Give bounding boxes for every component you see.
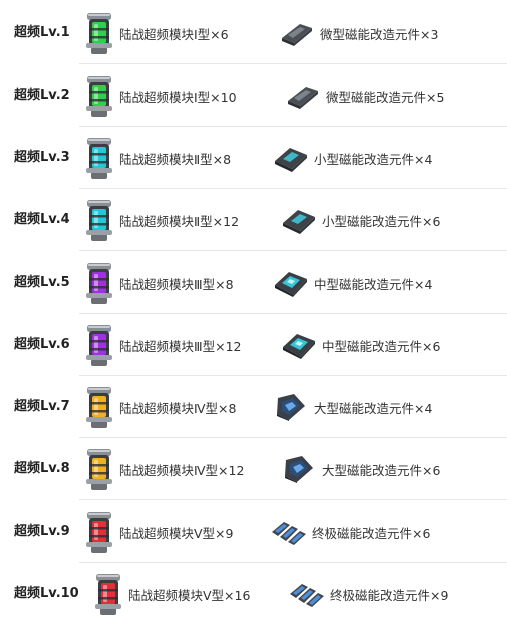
micro-part-icon: [288, 87, 318, 109]
module-cost: 陆战超频模块Ⅲ型×12: [82, 314, 242, 376]
level-label: 超频Lv.1: [14, 25, 70, 40]
module-cost-label: 陆战超频模块Ⅳ型×8: [119, 400, 237, 416]
part-cost: 中型磁能改造元件×4: [272, 252, 432, 314]
overclock-row-lv6: 超频Lv.6 陆战超频模块Ⅲ型×12 中型磁能改造元件×6: [0, 314, 507, 376]
level-label: 超频Lv.2: [14, 88, 70, 103]
gold-module-canister-icon: [86, 387, 112, 428]
overclock-row-lv7: 超频Lv.7 陆战超频模块Ⅳ型×8 大型磁能改造元件×4: [0, 376, 507, 438]
row-divider: [79, 250, 507, 251]
part-cost-label: 微型磁能改造元件×3: [320, 26, 439, 42]
part-cost-label: 终极磁能改造元件×6: [312, 525, 431, 541]
part-cost-label: 微型磁能改造元件×5: [326, 89, 445, 105]
part-cost-label: 中型磁能改造元件×4: [314, 276, 433, 292]
medium-part-icon: [283, 334, 315, 359]
large-part-icon: [277, 394, 305, 421]
level-label: 超频Lv.9: [14, 524, 70, 539]
part-cost: 微型磁能改造元件×5: [284, 65, 444, 127]
part-cost: 小型磁能改造元件×4: [272, 127, 432, 189]
red-module-canister-icon: [95, 574, 121, 615]
part-cost: 大型磁能改造元件×4: [272, 376, 432, 438]
module-cost: 陆战超频模块Ⅲ型×8: [82, 252, 234, 314]
medium-part-icon: [275, 272, 307, 297]
part-cost-label: 终极磁能改造元件×9: [330, 587, 449, 603]
purple-module-canister-icon: [86, 325, 112, 366]
module-cost: 陆战超频模块Ⅴ型×16: [91, 563, 250, 625]
module-cost-label: 陆战超频模块Ⅴ型×9: [119, 525, 234, 541]
module-cost-label: 陆战超频模块Ⅲ型×8: [119, 276, 234, 292]
module-cost-label: 陆战超频模块Ⅱ型×12: [119, 213, 240, 229]
level-label: 超频Lv.5: [14, 275, 70, 290]
module-cost: 陆战超频模块Ⅱ型×12: [82, 189, 239, 251]
ultimate-part-icon: [290, 584, 324, 607]
overclock-row-lv3: 超频Lv.3 陆战超频模块Ⅱ型×8 小型磁能改造元件×4: [0, 127, 507, 189]
part-cost-label: 大型磁能改造元件×4: [314, 400, 433, 416]
gold-module-canister-icon: [86, 449, 112, 490]
part-cost: 大型磁能改造元件×6: [280, 438, 440, 500]
level-label: 超频Lv.3: [14, 150, 70, 165]
level-label: 超频Lv.8: [14, 461, 70, 476]
module-cost-label: 陆战超频模块Ⅱ型×8: [119, 151, 232, 167]
module-cost-label: 陆战超频模块Ⅴ型×16: [128, 587, 251, 603]
overclock-row-lv10: 超频Lv.10 陆战超频模块Ⅴ型×16 终极磁能改造元件×9: [0, 563, 507, 625]
overclock-row-lv8: 超频Lv.8 陆战超频模块Ⅳ型×12 大型磁能改造元件×6: [0, 438, 507, 500]
module-cost: 陆战超频模块Ⅳ型×12: [82, 438, 244, 500]
module-cost: 陆战超频模块Ⅰ型×6: [82, 2, 229, 64]
overclock-row-lv2: 超频Lv.2 陆战超频模块Ⅰ型×10 微型磁能改造元件×5: [0, 65, 507, 127]
overclock-row-lv9: 超频Lv.9 陆战超频模块Ⅴ型×9 终极磁能改造元件×6: [0, 501, 507, 563]
module-cost-label: 陆战超频模块Ⅰ型×10: [119, 89, 237, 105]
overclock-row-lv1: 超频Lv.1 陆战超频模块Ⅰ型×6 微型磁能改造元件×3: [0, 2, 507, 64]
cyan-module-canister-icon: [86, 138, 112, 179]
level-label: 超频Lv.4: [14, 212, 70, 227]
part-cost: 终极磁能改造元件×9: [288, 563, 448, 625]
row-divider: [79, 499, 507, 500]
module-cost: 陆战超频模块Ⅱ型×8: [82, 127, 231, 189]
large-part-icon: [285, 456, 313, 483]
green-module-canister-icon: [86, 76, 112, 117]
green-module-canister-icon: [86, 13, 112, 54]
level-label: 超频Lv.10: [14, 586, 79, 601]
small-part-icon: [283, 210, 315, 234]
module-cost: 陆战超频模块Ⅴ型×9: [82, 501, 233, 563]
part-cost-label: 中型磁能改造元件×6: [322, 338, 441, 354]
part-cost-label: 小型磁能改造元件×4: [314, 151, 433, 167]
module-cost-label: 陆战超频模块Ⅰ型×6: [119, 26, 229, 42]
part-cost: 终极磁能改造元件×6: [270, 501, 430, 563]
part-cost: 小型磁能改造元件×6: [280, 189, 440, 251]
purple-module-canister-icon: [86, 263, 112, 304]
overclock-row-lv5: 超频Lv.5 陆战超频模块Ⅲ型×8 中型磁能改造元件×4: [0, 252, 507, 314]
part-cost: 微型磁能改造元件×3: [278, 2, 438, 64]
module-cost-label: 陆战超频模块Ⅲ型×12: [119, 338, 242, 354]
overclock-row-lv4: 超频Lv.4 陆战超频模块Ⅱ型×12 小型磁能改造元件×6: [0, 189, 507, 251]
small-part-icon: [275, 148, 307, 172]
micro-part-icon: [282, 24, 312, 46]
module-cost-label: 陆战超频模块Ⅳ型×12: [119, 462, 245, 478]
ultimate-part-icon: [272, 522, 306, 545]
part-cost-label: 小型磁能改造元件×6: [322, 213, 441, 229]
module-cost: 陆战超频模块Ⅰ型×10: [82, 65, 237, 127]
level-label: 超频Lv.6: [14, 337, 70, 352]
part-cost-label: 大型磁能改造元件×6: [322, 462, 441, 478]
cyan-module-canister-icon: [86, 200, 112, 241]
part-cost: 中型磁能改造元件×6: [280, 314, 440, 376]
row-divider: [79, 63, 507, 64]
module-cost: 陆战超频模块Ⅳ型×8: [82, 376, 236, 438]
red-module-canister-icon: [86, 512, 112, 553]
level-label: 超频Lv.7: [14, 399, 70, 414]
